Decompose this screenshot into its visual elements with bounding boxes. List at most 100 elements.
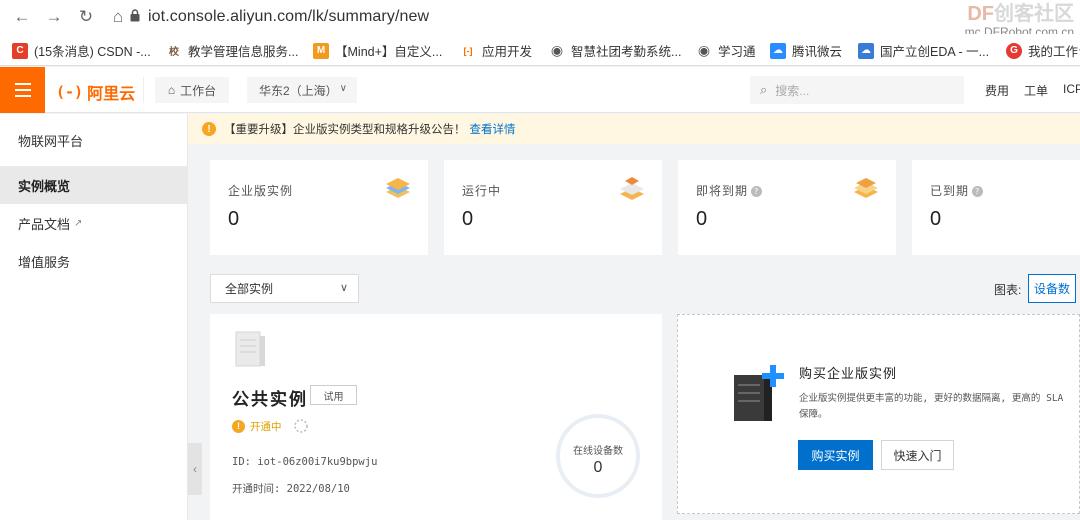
bookmark-item[interactable]: 校教学管理信息服务... (166, 41, 298, 60)
csdn-icon: C (12, 42, 28, 59)
online-devices-label: 在线设备数 (573, 446, 623, 457)
bookmarks-bar: C (15条消息) CSDN -... 校教学管理信息服务... M 【Mind+】… (0, 34, 1080, 66)
bookmark-item[interactable]: [-] 应用开发 (460, 41, 532, 60)
topbar-link-icp[interactable]: ICP (1063, 82, 1080, 96)
loading-spinner-icon (293, 419, 308, 433)
bookmark-label: 教学管理信息服务... (188, 45, 299, 59)
quick-start-button[interactable]: 快速入门 (881, 440, 954, 470)
bookmark-item[interactable]: ◉ 学习通 (696, 41, 756, 60)
bookmark-item[interactable]: G 我的工作台 (1006, 41, 1080, 60)
buy-title: 购买企业版实例 (799, 367, 898, 382)
stat-value: 0 (930, 208, 942, 230)
region-select[interactable]: 华东2（上海） ∨ (247, 77, 357, 103)
back-icon[interactable]: ← (12, 7, 32, 27)
bookmark-item[interactable]: M 【Mind+】自定义... (313, 41, 442, 60)
region-label: 华东2（上海） (259, 83, 338, 98)
bookmark-item[interactable]: ☁ 国产立创EDA - 一... (858, 41, 989, 60)
topbar-link-fees[interactable]: 费用 (985, 82, 1009, 99)
device-count-button[interactable]: 设备数 (1028, 274, 1076, 303)
search-input[interactable]: ⌕ 搜索... (750, 76, 964, 104)
instance-opened-time: 开通时间: 2022/08/10 (232, 483, 350, 495)
orange-stack-icon (854, 178, 878, 198)
public-instance-card[interactable]: 公共实例 试用 ! 开通中 ID: iot-06z00i7ku9bpwju 开通… (210, 314, 662, 520)
weiyun-icon: ☁ (770, 42, 786, 59)
logo-text: 阿里云 (87, 86, 136, 103)
instance-id: ID: iot-06z00i7ku9bpwju (232, 456, 378, 468)
url-field[interactable]: iot.console.aliyun.com/lk/summary/new (148, 8, 429, 26)
topbar-link-tickets[interactable]: 工单 (1024, 82, 1048, 99)
stat-value: 0 (696, 208, 708, 230)
bookmark-label: 国产立创EDA - 一... (880, 45, 990, 59)
reload-icon[interactable]: ↻ (76, 7, 96, 27)
sidebar-title: 物联网平台 (18, 134, 84, 149)
bookmark-label: 学习通 (718, 45, 756, 59)
chevron-down-icon: ∨ (339, 83, 347, 94)
collapse-sidebar-icon[interactable]: ‹ (188, 443, 202, 495)
buy-enterprise-card: 购买企业版实例 企业版实例提供更丰富的功能, 更好的数据隔离, 更高的 SLA … (677, 314, 1080, 514)
bookmark-label: 我的工作台 (1028, 45, 1080, 59)
stat-label: 运行中 (462, 184, 502, 198)
bookmark-label: 【Mind+】自定义... (335, 45, 443, 59)
notice-link[interactable]: 查看详情 (470, 121, 516, 137)
status-label: 开通中 (250, 420, 282, 433)
filter-label: 全部实例 (225, 282, 274, 296)
stat-card: 运行中 0 (444, 160, 662, 255)
stat-label: 企业版实例 (228, 184, 294, 198)
server-add-icon (734, 365, 784, 421)
help-icon[interactable]: ? (972, 186, 984, 197)
bookmark-label: 腾讯微云 (792, 45, 843, 59)
search-icon: ⌕ (760, 82, 768, 97)
home-icon: ⌂ (167, 83, 176, 97)
aliyun-logo[interactable]: (-) 阿里云 (56, 80, 135, 104)
globe-icon: ◉ (549, 42, 565, 59)
stat-value: 0 (228, 208, 240, 230)
home-icon[interactable]: ⌂ (108, 7, 128, 27)
stat-card: 已到期? 0 (912, 160, 1080, 255)
browser-address-bar: ← → ↻ ⌂ iot.console.aliyun.com/lk/summar… (0, 0, 1080, 39)
instance-filter-select[interactable]: 全部实例 ∨ (210, 274, 359, 303)
online-devices-value: 0 (593, 459, 603, 476)
stat-card: 即将到期? 0 (678, 160, 896, 255)
buy-instance-button[interactable]: 购买实例 (798, 440, 873, 470)
warning-icon: ! (232, 419, 245, 433)
menu-icon[interactable] (0, 67, 45, 113)
watermark-title: 创客社区 (994, 3, 1074, 25)
console-topbar: (-) 阿里云 ⌂ 工作台 华东2（上海） ∨ ⌕ 搜索... 费用 工单 IC… (0, 67, 1080, 113)
bookmark-label: (15条消息) CSDN -... (34, 45, 151, 59)
bookmark-item[interactable]: C (15条消息) CSDN -... (12, 41, 151, 60)
eda-icon: ☁ (858, 42, 874, 59)
sidebar-item-overview[interactable]: 实例概览 (0, 166, 188, 204)
chart-label: 图表: (994, 283, 1022, 297)
sidebar-item-value-added[interactable]: 增值服务 (0, 242, 188, 280)
logo-mark: (-) (56, 83, 84, 101)
stat-label: 即将到期 (696, 184, 749, 198)
bookmark-item[interactable]: ◉ 智慧社团考勤系统... (549, 41, 681, 60)
aliyun-icon: [-] (460, 42, 476, 59)
green-stack-icon (620, 177, 644, 200)
trial-badge: 试用 (310, 385, 357, 405)
online-devices-ring: 在线设备数 0 (556, 414, 640, 498)
help-icon[interactable]: ? (751, 186, 763, 197)
server-icon (235, 331, 265, 367)
bookmark-label: 应用开发 (482, 45, 533, 59)
workbench-icon: G (1006, 42, 1022, 59)
workbench-button[interactable]: ⌂ 工作台 (155, 77, 229, 103)
stat-label: 已到期 (930, 184, 970, 198)
sidebar-item-label: 产品文档 (18, 216, 71, 232)
sidebar-item-label: 增值服务 (18, 254, 71, 270)
watermark-prefix: DF (967, 3, 994, 25)
lock-icon (130, 9, 140, 22)
warning-icon: ! (202, 122, 216, 136)
sidebar-item-label: 实例概览 (18, 178, 71, 194)
instance-status: ! 开通中 (232, 418, 309, 434)
notice-text: 【重要升级】企业版实例类型和规格升级公告！ (224, 124, 466, 136)
notice-banner: ! 【重要升级】企业版实例类型和规格升级公告！ 查看详情 (188, 114, 1080, 144)
mindplus-icon: M (313, 42, 329, 59)
stat-value: 0 (462, 208, 474, 230)
sidebar-item-docs[interactable]: 产品文档 ↗ (0, 204, 188, 242)
blue-stack-icon (386, 178, 410, 198)
bookmark-item[interactable]: ☁ 腾讯微云 (770, 41, 842, 60)
globe-icon: ◉ (696, 42, 712, 59)
school-icon: 校 (166, 42, 182, 59)
forward-icon[interactable]: → (44, 7, 64, 27)
